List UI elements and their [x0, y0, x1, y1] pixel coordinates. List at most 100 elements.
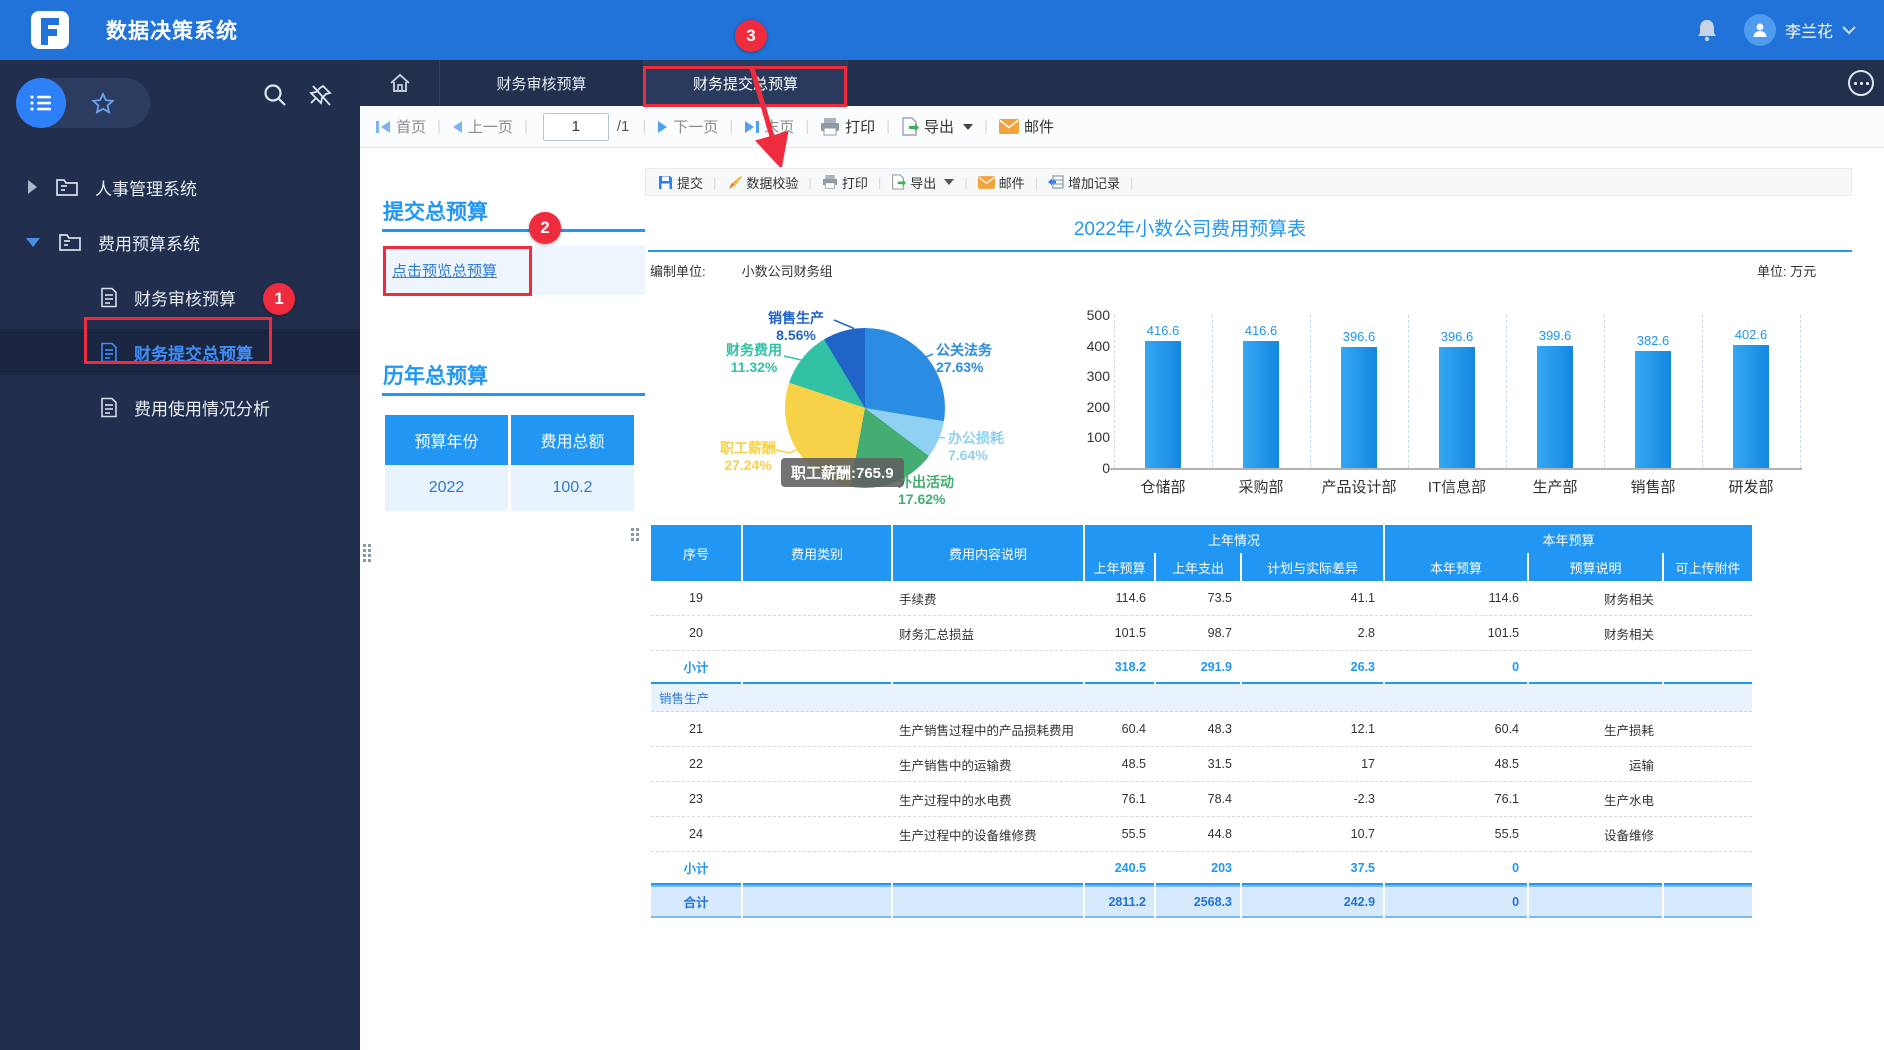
sidebar-item-label: 费用使用情况分析 — [134, 399, 270, 419]
report-title: 2022年小数公司费用预算表 — [1073, 219, 1307, 240]
separator: | — [808, 174, 812, 190]
table-row[interactable]: 20 财务汇总损益 101.5 98.7 2.8 101.5 财务相关 — [651, 616, 1753, 651]
last-page-button[interactable]: 末页 — [740, 116, 798, 137]
preview-budget-link[interactable]: 点击预览总预算 — [392, 260, 497, 281]
collapse-arrow-icon[interactable] — [26, 237, 40, 247]
divider — [382, 229, 645, 232]
sidebar-item-budget-system[interactable]: 费用预算系统 — [0, 219, 360, 265]
tab-home[interactable] — [360, 60, 440, 106]
data-validate-button[interactable]: 数据校验 — [722, 173, 802, 192]
pie-label: 外出活动 17.62% — [898, 474, 954, 507]
table-cell: 生产过程中的设备维修费 — [893, 817, 1083, 852]
x-axis-category-label: 销售部 — [1630, 479, 1676, 496]
notification-bell-icon[interactable] — [1696, 18, 1718, 42]
bar[interactable] — [1537, 345, 1573, 468]
directory-view-button[interactable] — [16, 78, 66, 128]
more-options-button[interactable] — [1848, 70, 1874, 96]
separator: | — [437, 118, 441, 135]
table-cell: 0 — [1385, 852, 1528, 885]
table-cell: 0 — [1385, 651, 1528, 684]
x-axis-category-label: 产品设计部 — [1321, 479, 1397, 496]
sidebar-item-audit-budget[interactable]: 财务审核预算 — [0, 274, 360, 320]
table-cell — [1664, 712, 1753, 747]
bar[interactable] — [1733, 344, 1769, 468]
report-mail-button[interactable]: 邮件 — [974, 173, 1029, 192]
bar[interactable] — [1635, 350, 1671, 468]
pie-label: 职工薪酬 27.24% — [720, 440, 776, 473]
first-page-button[interactable]: 首页 — [372, 116, 430, 137]
divider — [382, 393, 645, 396]
sidebar-item-expense-analysis[interactable]: 费用使用情况分析 — [0, 384, 360, 430]
table-cell: 手续费 — [893, 581, 1083, 616]
report-resize-grip[interactable] — [631, 528, 639, 541]
y-axis-tick: 0 — [1102, 460, 1110, 476]
user-menu[interactable]: 李兰花 — [1743, 14, 1856, 46]
expand-arrow-icon[interactable] — [28, 180, 37, 194]
sidebar-item-hr-system[interactable]: 人事管理系统 — [0, 164, 360, 210]
x-axis-category-label: 生产部 — [1532, 479, 1578, 496]
department-bar-chart: 500 400 300 200 100 0 416.6 仓储部 416.6 采购部 396.6 产品设… — [1080, 300, 1804, 505]
table-row[interactable]: 小计 318.2 291.9 26.3 0 — [651, 651, 1753, 684]
report-export-button[interactable]: 导出 — [887, 173, 958, 192]
sidebar-item-submit-budget[interactable]: 财务提交总预算 — [0, 329, 360, 375]
print-button[interactable]: 打印 — [816, 116, 879, 137]
table-row[interactable]: 2022 100.2 — [385, 465, 634, 511]
pane-title-submit: 提交总预算 — [383, 201, 488, 224]
table-cell — [1664, 616, 1753, 651]
prev-page-icon — [452, 120, 462, 133]
export-button[interactable]: 导出 — [897, 116, 977, 137]
table-row[interactable]: 小计 240.5 203 37.5 0 — [651, 852, 1753, 885]
table-row[interactable]: 23 生产过程中的水电费 76.1 78.4 -2.3 76.1 生产水电 — [651, 782, 1753, 817]
bar-value-label: 396.6 — [1440, 328, 1474, 344]
export-dropdown-caret[interactable] — [944, 179, 955, 185]
sidebar: 人事管理系统 费用预算系统 财务审核预算 财务提交总预算 费用使用情况分析 — [0, 60, 360, 1050]
table-row[interactable]: 22 生产销售中的运输费 48.5 31.5 17 48.5 运输 — [651, 747, 1753, 782]
tab-audit-budget[interactable]: 财务审核预算 — [440, 60, 644, 106]
next-page-button[interactable]: 下一页 — [653, 116, 722, 137]
add-record-button[interactable]: 增加记录 — [1044, 173, 1124, 192]
bar-value-label: 399.6 — [1538, 327, 1572, 343]
bar[interactable] — [1439, 346, 1475, 468]
gridline — [1604, 315, 1605, 468]
table-cell: 生产水电 — [1529, 782, 1663, 817]
sidebar-unpin-button[interactable] — [308, 82, 334, 113]
dot-icon — [1853, 81, 1857, 85]
tab-submit-budget[interactable]: 财务提交总预算 — [644, 60, 848, 106]
report-print-button[interactable]: 打印 — [818, 173, 872, 192]
sidebar-search-button[interactable] — [262, 82, 288, 113]
prev-page-button[interactable]: 上一页 — [448, 116, 517, 137]
mail-button[interactable]: 邮件 — [995, 116, 1058, 137]
page-number-input[interactable] — [542, 112, 609, 141]
pane-resize-grip[interactable] — [363, 544, 371, 562]
save-icon — [659, 175, 672, 189]
table-cell: 114.6 — [1385, 581, 1528, 616]
pin-off-icon — [309, 84, 332, 106]
export-dropdown-caret[interactable] — [963, 123, 974, 130]
table-cell: 财务相关 — [1529, 616, 1663, 651]
table-cell: 48.3 — [1156, 712, 1240, 747]
bar[interactable] — [1145, 340, 1181, 468]
x-axis-category-label: IT信息部 — [1427, 479, 1487, 496]
sidebar-tree: 人事管理系统 费用预算系统 财务审核预算 财务提交总预算 费用使用情况分析 — [0, 155, 360, 430]
table-row[interactable]: 24 生产过程中的设备维修费 55.5 44.8 10.7 55.5 设备维修 — [651, 817, 1753, 852]
favorites-view-button[interactable] — [78, 78, 128, 128]
table-row[interactable]: 合计 2811.2 2568.3 242.9 0 — [651, 885, 1753, 918]
table-row[interactable]: 销售生产 — [651, 684, 1753, 712]
bar[interactable] — [1243, 340, 1279, 468]
table-row[interactable]: 21 生产销售过程中的产品损耗费用 60.4 48.3 12.1 60.4 生产损耗 — [651, 712, 1753, 747]
group-header-cell: 销售生产 — [651, 684, 1753, 712]
y-axis-tick: 400 — [1086, 337, 1110, 354]
first-page-icon — [376, 120, 390, 133]
table-cell: 203 — [1156, 852, 1240, 885]
submit-button[interactable]: 提交 — [654, 173, 707, 192]
gridline — [1212, 315, 1213, 468]
col-group-last-year: 上年情况 — [1085, 525, 1384, 553]
next-page-icon — [658, 120, 668, 133]
table-cell: 242.9 — [1242, 885, 1384, 918]
table-row[interactable]: 19 手续费 114.6 73.5 41.1 114.6 财务相关 — [651, 581, 1753, 616]
separator: | — [1130, 174, 1134, 190]
separator: | — [713, 174, 717, 190]
table-cell: 31.5 — [1156, 747, 1240, 782]
separator: | — [805, 118, 810, 135]
bar[interactable] — [1341, 346, 1377, 468]
